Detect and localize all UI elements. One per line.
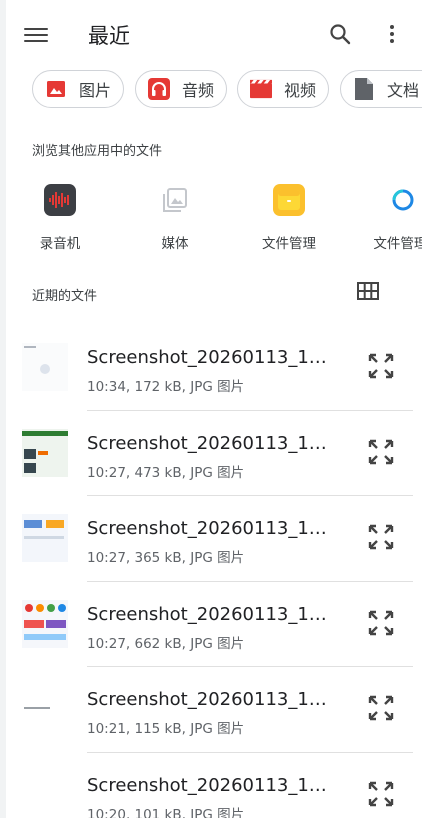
grid-view-icon[interactable]: [357, 282, 379, 300]
page-title: 最近: [88, 24, 130, 48]
file-thumbnail: [22, 599, 68, 648]
browse-section-title: 浏览其他应用中的文件: [32, 144, 163, 159]
file-name: Screenshot_20260113_1…: [87, 432, 327, 454]
file-thumbnail: [22, 343, 68, 391]
search-icon[interactable]: [328, 22, 352, 46]
app-label: 录音机: [39, 236, 81, 252]
file-thumbnail: [22, 514, 68, 562]
waveform-icon: [44, 184, 76, 216]
file-meta: 10:34, 172 kB, JPG 图片: [87, 379, 245, 395]
app-recorder[interactable]: 录音机: [10, 180, 110, 252]
recent-section-title: 近期的文件: [32, 289, 98, 304]
app-label: 文件管理: [262, 236, 316, 252]
file-row[interactable]: Screenshot_20260113_1… 10:21, 115 kB, JP…: [0, 667, 422, 753]
chip-video[interactable]: 视频: [237, 70, 329, 108]
file-name: Screenshot_20260113_1…: [87, 518, 327, 539]
top-app-bar: 最近: [0, 0, 422, 70]
chip-documents[interactable]: 文档: [340, 70, 422, 108]
file-name: Screenshot_20260113_1…: [87, 603, 327, 625]
file-meta: 10:27, 662 kB, JPG 图片: [87, 635, 245, 652]
more-vert-icon[interactable]: [386, 22, 398, 46]
apps-row: 录音机 媒体 文件管理 文件管理(: [0, 180, 422, 260]
gallery-icon: [159, 184, 191, 216]
app-label: 文件管理(: [373, 236, 422, 252]
filter-chips: 图片 音频 视频 文档: [0, 70, 422, 112]
chip-label: 视频: [284, 81, 317, 100]
app-label: 媒体: [161, 236, 189, 252]
chip-label: 文档: [387, 81, 420, 100]
chip-images[interactable]: 图片: [32, 70, 124, 108]
headphones-icon: [148, 78, 170, 100]
file-thumbnail: [22, 428, 68, 477]
expand-icon[interactable]: [368, 439, 394, 465]
expand-icon[interactable]: [368, 695, 394, 721]
chip-label: 图片: [79, 81, 112, 100]
file-row[interactable]: Screenshot_20260113_1… 10:27, 365 kB, JP…: [0, 496, 422, 582]
expand-icon[interactable]: [368, 610, 394, 636]
chip-label: 音频: [182, 81, 215, 100]
app-file-manager-2[interactable]: 文件管理(: [353, 180, 422, 252]
expand-icon[interactable]: [368, 353, 394, 379]
file-meta: 10:27, 365 kB, JPG 图片: [87, 550, 245, 566]
expand-icon[interactable]: [368, 524, 394, 550]
file-row[interactable]: Screenshot_20260113_1… 10:27, 662 kB, JP…: [0, 582, 422, 667]
chip-audio[interactable]: 音频: [135, 70, 227, 108]
recent-files-list: Screenshot_20260113_1… 10:34, 172 kB, JP…: [0, 325, 422, 818]
file-name: Screenshot_20260113_1…: [87, 347, 327, 368]
file-meta: 10:27, 473 kB, JPG 图片: [87, 464, 245, 481]
menu-icon[interactable]: [24, 24, 48, 44]
file-row[interactable]: Screenshot_20260113_1… 10:34, 172 kB, JP…: [0, 325, 422, 411]
file-manager-icon: [387, 184, 419, 216]
clapperboard-icon: [250, 78, 272, 100]
file-row[interactable]: Screenshot_20260113_1… 10:20, 101 kB, JP…: [0, 753, 422, 818]
file-row[interactable]: Screenshot_20260113_1… 10:27, 473 kB, JP…: [0, 411, 422, 496]
file-thumbnail: [22, 770, 68, 818]
app-file-manager[interactable]: 文件管理: [239, 180, 339, 252]
file-meta: 10:21, 115 kB, JPG 图片: [87, 721, 245, 737]
image-icon: [45, 78, 67, 100]
folder-app-icon: [273, 184, 305, 216]
file-meta: 10:20, 101 kB, JPG 图片: [87, 806, 245, 818]
document-icon: [353, 78, 375, 100]
app-media[interactable]: 媒体: [125, 180, 225, 252]
file-name: Screenshot_20260113_1…: [87, 689, 327, 710]
file-thumbnail: [22, 685, 68, 733]
expand-icon[interactable]: [368, 781, 394, 807]
file-name: Screenshot_20260113_1…: [87, 774, 327, 796]
